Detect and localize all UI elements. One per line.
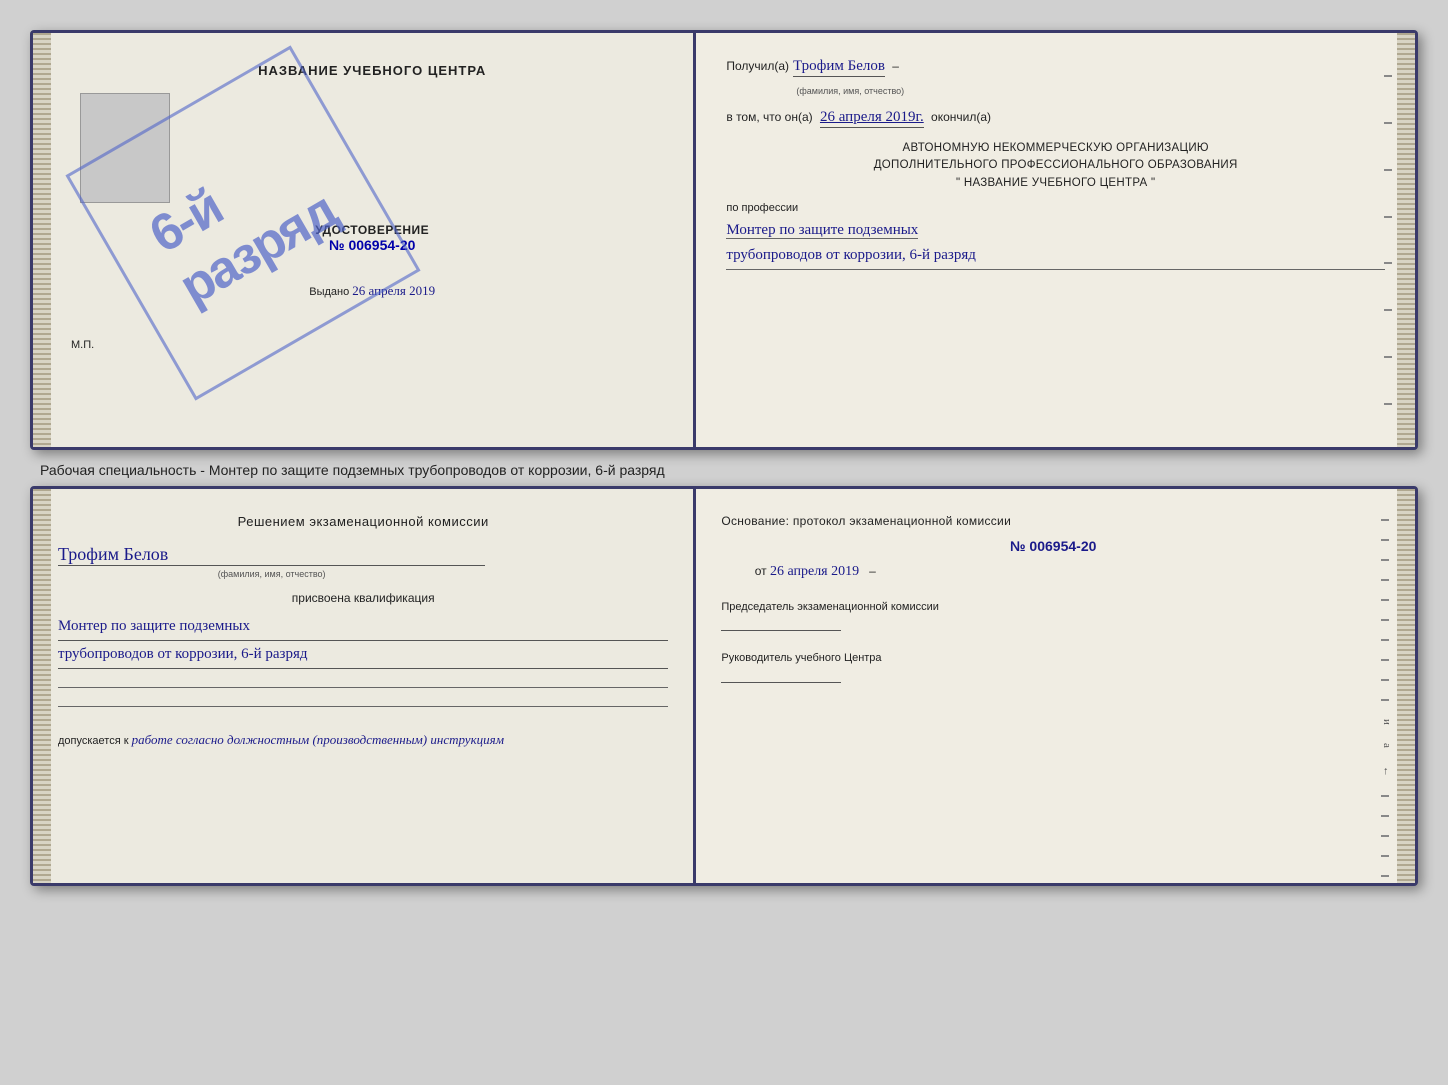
rukovoditel-sign-line [721, 682, 841, 683]
cert-udost-block: УДОСТОВЕРЕНИЕ № 006954-20 [315, 223, 429, 253]
rdash-i: и [1381, 719, 1393, 725]
org-line2: ДОПОЛНИТЕЛЬНОГО ПРОФЕССИОНАЛЬНОГО ОБРАЗО… [726, 157, 1385, 174]
page: НАЗВАНИЕ УЧЕБНОГО ЦЕНТРА УДОСТОВЕРЕНИЕ №… [20, 20, 1428, 896]
profession-handwritten: Монтер по защите подземных [726, 218, 1385, 244]
org-line1: АВТОНОМНУЮ НЕКОММЕРЧЕСКУЮ ОРГАНИЗАЦИЮ [726, 140, 1385, 157]
dopuskaetsya-value: работе согласно должностным (производств… [132, 732, 504, 747]
rdash-13 [1381, 835, 1389, 837]
rdash-5 [1381, 599, 1389, 601]
rdash-14 [1381, 855, 1389, 857]
rdash-6 [1381, 619, 1389, 621]
dash-3 [1384, 169, 1392, 171]
vydano-date: 26 апреля 2019 [352, 283, 435, 298]
rdash-2 [1381, 539, 1389, 541]
org-name: НАЗВАНИЕ УЧЕБНОГО ЦЕНТРА [964, 177, 1148, 189]
right-dashes-bottom: и а ← [1381, 509, 1393, 887]
vtom-line: в том, что он(а) 26 апреля 2019г. окончи… [726, 109, 1385, 128]
osnovanie-line: Основание: протокол экзаменационной коми… [721, 514, 1385, 528]
rdash-8 [1381, 659, 1389, 661]
bottom-qualification: Монтер по защите подземных трубопроводов… [58, 613, 668, 669]
poluchil-subtitle: (фамилия, имя, отчество) [796, 86, 904, 96]
chairman-sign-line [721, 630, 841, 631]
org-name-line: " НАЗВАНИЕ УЧЕБНОГО ЦЕНТРА " [726, 175, 1385, 192]
rdash-3 [1381, 559, 1389, 561]
dash-7 [1384, 356, 1392, 358]
rdash-a: а [1381, 743, 1393, 748]
poluchil-name: Трофим Белов [793, 58, 885, 77]
rdash-12 [1381, 815, 1389, 817]
rukovoditel-title: Руководитель учебного Центра [721, 651, 1385, 666]
dash-8 [1384, 403, 1392, 405]
bottom-date-line: от 26 апреля 2019 – [721, 564, 1385, 580]
bottom-name-subtitle: (фамилия, имя, отчество) [58, 569, 485, 579]
ot-label: от [755, 564, 767, 578]
qualification-line2: трубопроводов от коррозии, 6-й разряд [58, 641, 668, 669]
underline-2 [58, 691, 668, 707]
profession-line1: Монтер по защите подземных [726, 222, 918, 239]
rdash-9 [1381, 679, 1389, 681]
rdash-15 [1381, 875, 1389, 877]
underline-1 [58, 672, 668, 688]
dash-2 [1384, 122, 1392, 124]
rdash-1 [1381, 519, 1389, 521]
bottom-section-title: Решением экзаменационной комиссии [58, 514, 668, 529]
qualification-line1: Монтер по защите подземных [58, 613, 668, 641]
cert-center-title: НАЗВАНИЕ УЧЕБНОГО ЦЕНТРА [258, 63, 486, 78]
dash-5 [1384, 262, 1392, 264]
ot-date: 26 апреля 2019 [770, 564, 859, 579]
poluchil-line: Получил(а) Трофим Белов – [726, 58, 1385, 77]
profession-line2: трубопроводов от коррозии, 6-й разряд [726, 243, 1385, 270]
dopuskaetsya-label: допускается к [58, 735, 129, 747]
bottom-dopuskaetsya: допускается к работе согласно должностны… [58, 732, 668, 748]
okonchil-label: окончил(а) [931, 110, 991, 124]
po-professii-label: по профессии [726, 202, 1385, 214]
org-quote1: " [956, 177, 964, 189]
bottom-num-block: № 006954-20 [721, 538, 1385, 556]
bottom-name-block: Трофим Белов [58, 544, 668, 569]
rukovoditel-block: Руководитель учебного Центра [721, 651, 1385, 687]
certificate-book-bottom: Решением экзаменационной комиссии Трофим… [30, 486, 1418, 886]
cert-left-page: НАЗВАНИЕ УЧЕБНОГО ЦЕНТРА УДОСТОВЕРЕНИЕ №… [33, 33, 696, 447]
vydano-label: Выдано [309, 286, 349, 298]
chairman-title: Председатель экзаменационной комиссии [721, 600, 1385, 615]
bottom-spine-left [33, 489, 51, 883]
org-block: АВТОНОМНУЮ НЕКОММЕРЧЕСКУЮ ОРГАНИЗАЦИЮ ДО… [726, 140, 1385, 192]
rdash-11 [1381, 795, 1389, 797]
bottom-right-page: Основание: протокол экзаменационной коми… [696, 489, 1415, 883]
rdash-10 [1381, 699, 1389, 701]
bottom-name: Трофим Белов [58, 544, 485, 566]
chairman-block: Председатель экзаменационной комиссии [721, 600, 1385, 636]
poluchil-label: Получил(а) [726, 59, 789, 73]
dash-6 [1384, 309, 1392, 311]
cert-photo [80, 93, 170, 203]
rdash-k: ← [1381, 766, 1393, 777]
right-dashes [1383, 33, 1393, 447]
bottom-spine-right [1397, 489, 1415, 883]
bottom-left-page: Решением экзаменационной комиссии Трофим… [33, 489, 696, 883]
poluchil-dash: – [889, 59, 899, 73]
cert-vydano: Выдано 26 апреля 2019 [309, 283, 435, 299]
rdash-4 [1381, 579, 1389, 581]
dash-4 [1384, 216, 1392, 218]
org-quote2: " [1147, 177, 1155, 189]
bottom-num: № 006954-20 [1010, 538, 1096, 554]
rdash-7 [1381, 639, 1389, 641]
middle-text: Рабочая специальность - Монтер по защите… [40, 462, 1418, 478]
certificate-book-top: НАЗВАНИЕ УЧЕБНОГО ЦЕНТРА УДОСТОВЕРЕНИЕ №… [30, 30, 1418, 450]
cert-right-page: Получил(а) Трофим Белов – (фамилия, имя,… [696, 33, 1415, 447]
vtom-date: 26 апреля 2019г. [820, 109, 924, 128]
spine-decoration-right [1397, 33, 1415, 447]
cert-udost-title: УДОСТОВЕРЕНИЕ [315, 223, 429, 237]
cert-udost-num: № 006954-20 [315, 237, 429, 253]
bottom-prisvoena: присвоена квалификация [58, 591, 668, 605]
vtom-label: в том, что он(а) [726, 110, 812, 124]
cert-mp: М.П. [71, 339, 94, 351]
spine-decoration-left [33, 33, 51, 447]
profession-handwritten-2: трубопроводов от коррозии, 6-й разряд [726, 243, 1385, 270]
dash-1 [1384, 75, 1392, 77]
